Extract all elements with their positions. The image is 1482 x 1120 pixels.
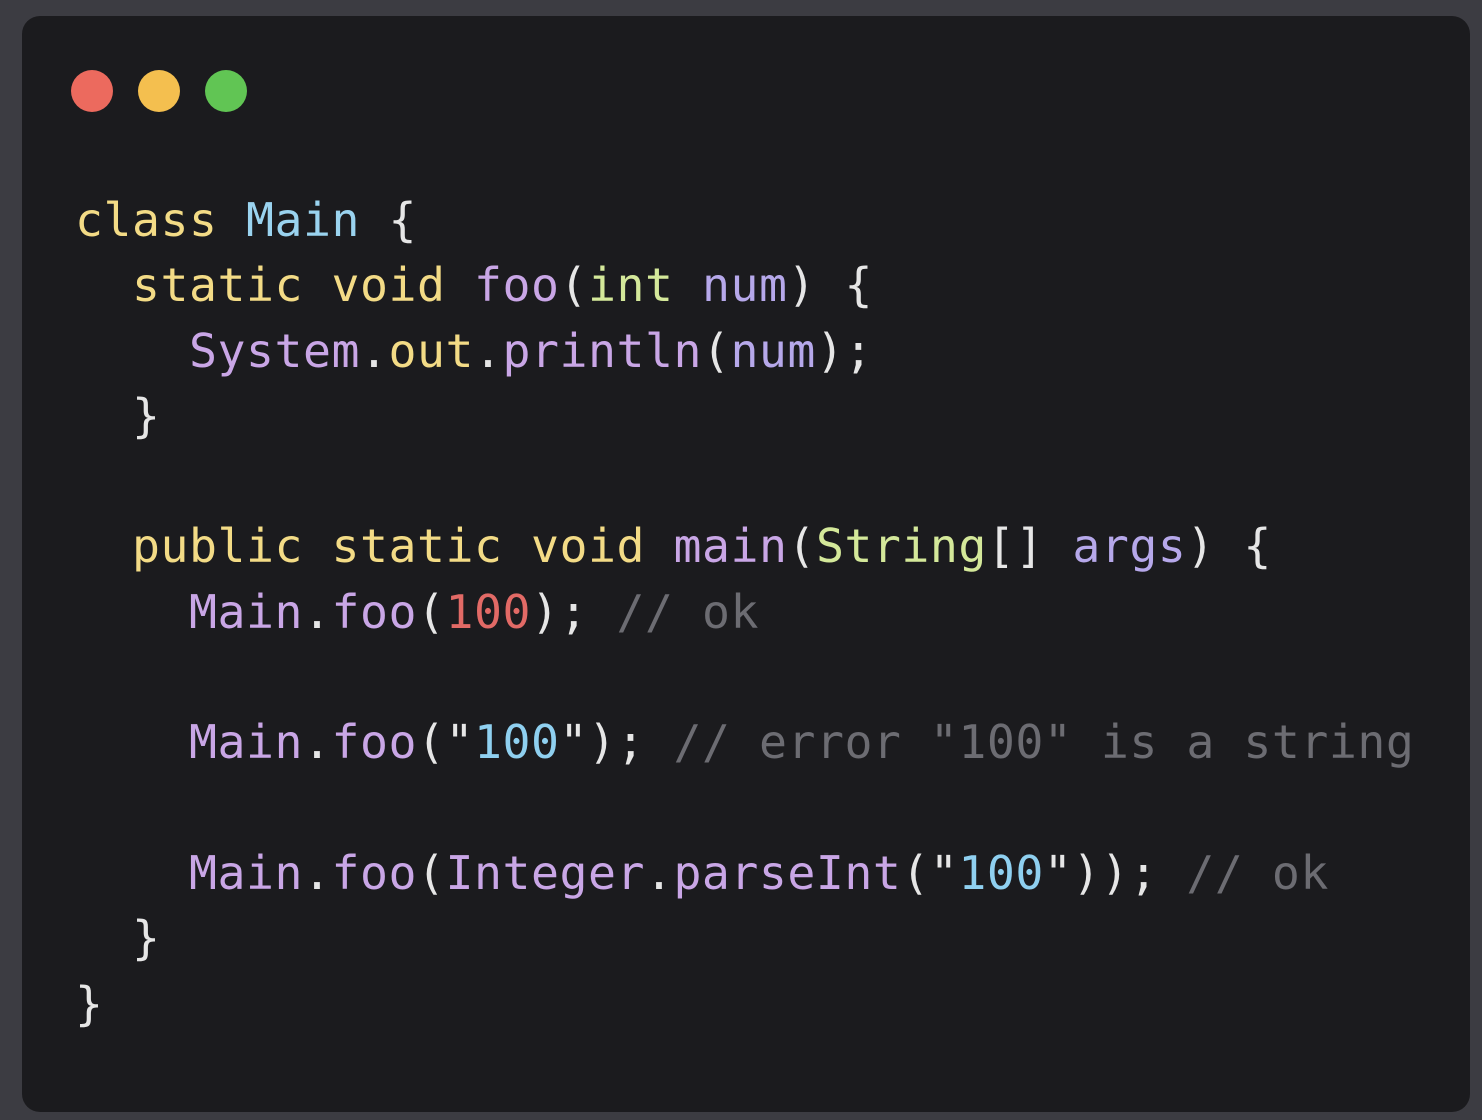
code-token-quote: " bbox=[1043, 845, 1073, 900]
code-token-method: Integer bbox=[445, 845, 645, 900]
code-line: Main.foo("100"); // error "100" is a str… bbox=[75, 710, 1414, 775]
code-token-method: foo bbox=[473, 258, 560, 313]
code-token-punct bbox=[502, 519, 531, 573]
code-token-punct: . bbox=[473, 323, 503, 378]
code-token-keyword: void bbox=[530, 519, 645, 574]
code-token-punct: ) { bbox=[1186, 519, 1272, 574]
code-token-punct: . bbox=[302, 584, 332, 639]
code-token-keyword: class bbox=[75, 193, 218, 247]
code-token-punct: ); bbox=[587, 715, 674, 770]
code-token-method: foo bbox=[331, 715, 417, 770]
code-token-punct: ( bbox=[416, 584, 446, 639]
code-token-punct: ( bbox=[559, 258, 588, 313]
code-token-punct: } bbox=[75, 911, 161, 966]
code-token-param: args bbox=[1072, 519, 1187, 574]
code-token-punct bbox=[75, 715, 189, 769]
code-token-punct: ); bbox=[815, 323, 873, 378]
code-token-punct bbox=[673, 258, 702, 312]
code-token-keyword: public bbox=[132, 519, 303, 574]
code-token-quote: " bbox=[929, 845, 959, 900]
code-token-punct: . bbox=[302, 715, 332, 770]
code-token-punct bbox=[75, 258, 132, 312]
code-line: Main.foo(100); // ok bbox=[75, 580, 1414, 645]
close-button[interactable] bbox=[71, 70, 113, 112]
code-token-punct: { bbox=[359, 193, 417, 247]
code-token-keyword: void bbox=[331, 258, 446, 313]
code-token-punct: ( bbox=[416, 845, 446, 900]
code-token-punct: )); bbox=[1072, 845, 1187, 900]
code-token-builtin: String bbox=[815, 519, 987, 574]
code-token-punct: ( bbox=[416, 715, 446, 770]
zoom-button[interactable] bbox=[205, 70, 247, 112]
code-token-builtin: int bbox=[587, 258, 674, 313]
code-token-punct: ( bbox=[787, 519, 816, 574]
code-token-keyword: static bbox=[132, 258, 303, 313]
code-line: } bbox=[75, 972, 1414, 1037]
code-token-quote: " bbox=[559, 715, 588, 770]
code-token-field: out bbox=[388, 323, 474, 378]
code-line: static void foo(int num) { bbox=[75, 253, 1414, 318]
code-token-punct: ) { bbox=[787, 258, 873, 313]
code-token-punct bbox=[645, 519, 674, 573]
code-token-punct bbox=[75, 585, 189, 639]
code-token-punct bbox=[303, 519, 332, 573]
code-token-quote: " bbox=[445, 715, 474, 770]
code-token-method: println bbox=[502, 323, 702, 378]
code-line: System.out.println(num); bbox=[75, 319, 1414, 384]
code-token-method: System bbox=[188, 323, 360, 378]
code-token-punct: . bbox=[359, 323, 389, 378]
code-token-string: 100 bbox=[473, 715, 560, 770]
code-token-comment: // error "100" is a string bbox=[673, 715, 1415, 770]
code-line: class Main { bbox=[75, 188, 1414, 253]
code-line: } bbox=[75, 906, 1414, 971]
code-token-param: num bbox=[730, 323, 816, 378]
code-token-method: main bbox=[673, 519, 788, 574]
code-token-punct: [] bbox=[986, 519, 1073, 574]
code-token-method: parseInt bbox=[673, 845, 902, 900]
code-line: } bbox=[75, 384, 1414, 449]
code-token-param: num bbox=[701, 258, 788, 313]
code-token-string: 100 bbox=[958, 845, 1044, 900]
code-token-punct: . bbox=[644, 845, 674, 900]
code-token-punct: ( bbox=[901, 845, 930, 900]
code-token-method: foo bbox=[331, 845, 417, 900]
code-token-punct bbox=[75, 324, 189, 378]
code-token-method: Main bbox=[188, 715, 303, 770]
code-token-punct: . bbox=[302, 845, 332, 900]
code-window: class Main { static void foo(int num) { … bbox=[22, 16, 1470, 1112]
code-token-punct: } bbox=[75, 388, 161, 443]
code-token-number: 100 bbox=[445, 584, 531, 639]
code-line: public static void main(String[] args) { bbox=[75, 514, 1414, 579]
code-token-method: Main bbox=[188, 845, 303, 900]
code-token-punct bbox=[75, 519, 132, 573]
code-token-punct bbox=[303, 258, 332, 312]
code-token-punct: ( bbox=[701, 323, 731, 378]
code-line: Main.foo(Integer.parseInt("100")); // ok bbox=[75, 841, 1414, 906]
code-token-punct: } bbox=[75, 976, 104, 1031]
code-block: class Main { static void foo(int num) { … bbox=[75, 188, 1414, 1037]
code-token-type: Main bbox=[245, 193, 360, 247]
window-controls bbox=[71, 70, 247, 112]
code-token-comment: // ok bbox=[616, 584, 759, 639]
code-token-comment: // ok bbox=[1186, 845, 1329, 900]
minimize-button[interactable] bbox=[138, 70, 180, 112]
code-token-keyword: static bbox=[331, 519, 503, 574]
code-token-punct bbox=[75, 846, 189, 900]
code-token-method: Main bbox=[188, 584, 303, 639]
code-token-punct bbox=[217, 193, 246, 247]
code-token-punct bbox=[445, 258, 474, 312]
code-token-punct: ); bbox=[530, 584, 617, 639]
code-token-method: foo bbox=[331, 584, 417, 639]
